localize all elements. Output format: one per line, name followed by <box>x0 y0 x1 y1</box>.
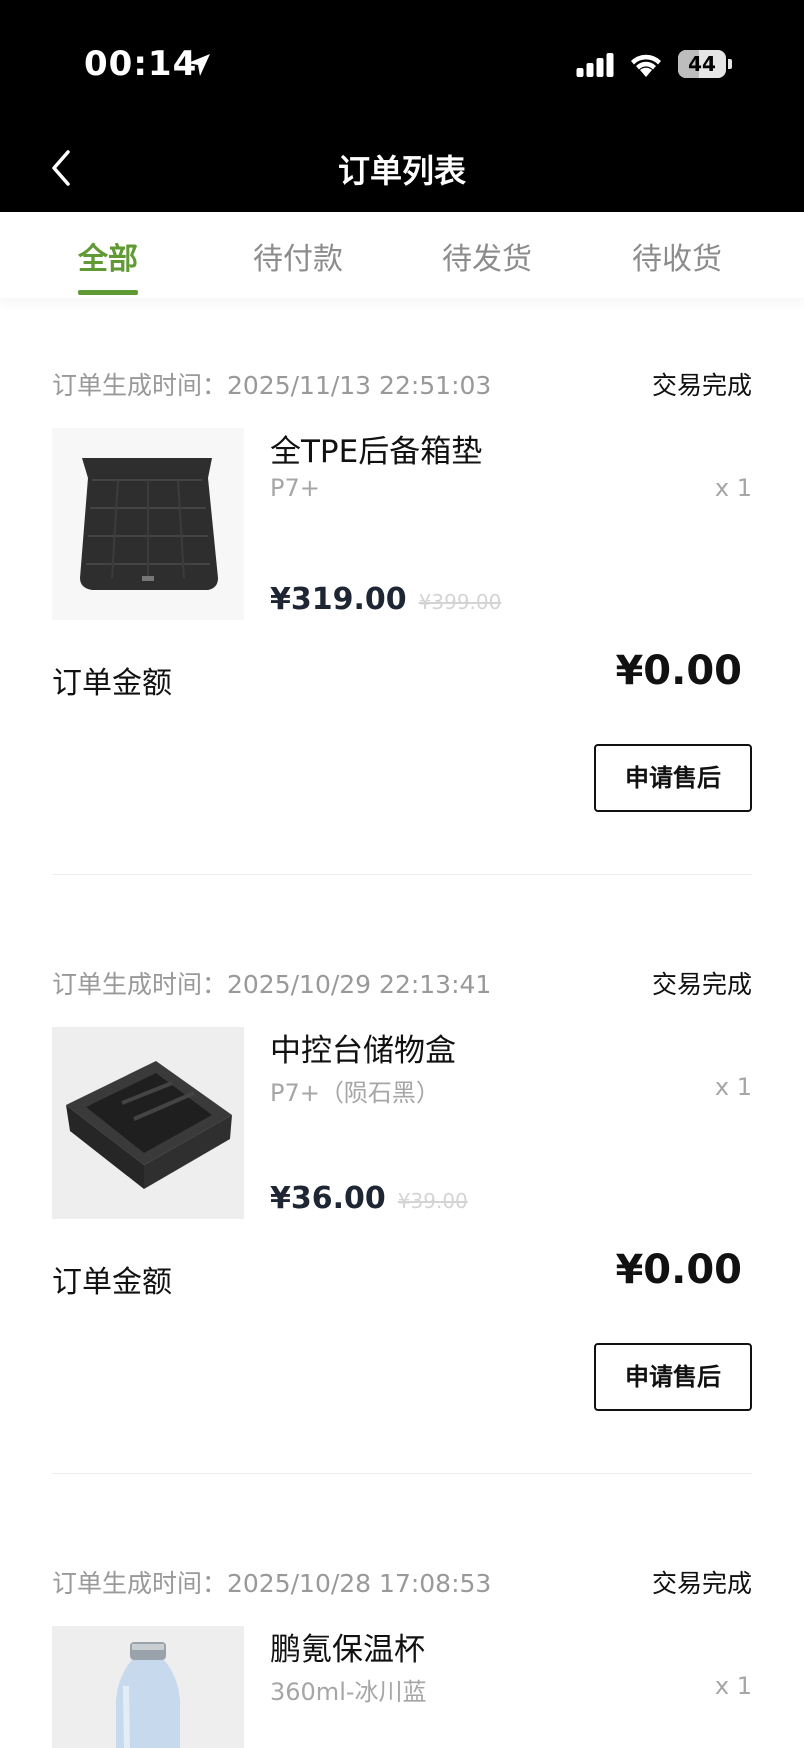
wifi-icon <box>631 54 661 77</box>
order-tabs: 全部 待付款 待发货 待收货 <box>0 212 804 298</box>
original-price: ¥399.00 <box>418 590 502 614</box>
original-price: ¥39.00 <box>397 1189 468 1213</box>
order-status: 交易完成 <box>651 1569 752 1598</box>
product-price: ¥36.00 <box>270 1181 386 1216</box>
product-quantity: x 1 <box>714 474 752 502</box>
order-amount-label: 订单金额 <box>52 666 172 701</box>
order-time: 订单生成时间：2025/10/29 22:13:41 <box>52 970 492 999</box>
after-sales-button[interactable]: 申请售后 <box>594 744 752 812</box>
active-tab-indicator <box>78 290 138 295</box>
after-sales-button[interactable]: 申请售后 <box>594 1343 752 1411</box>
battery-cap <box>728 59 732 69</box>
product-quantity: x 1 <box>714 1672 752 1700</box>
product-name[interactable]: 全TPE后备箱垫 <box>270 426 482 471</box>
order-time: 订单生成时间：2025/10/28 17:08:53 <box>52 1569 492 1598</box>
trunk-mat-icon <box>80 458 218 590</box>
product-variant: P7+（陨石黑） <box>270 1079 440 1107</box>
order-divider <box>52 1473 752 1474</box>
storage-box-icon <box>66 1061 232 1189</box>
order-status: 交易完成 <box>651 970 752 999</box>
product-price: ¥319.00 <box>270 582 407 617</box>
order-amount-value: ¥0.00 <box>615 1247 742 1293</box>
battery-indicator: 44 <box>678 50 732 78</box>
status-time: 00:14 <box>84 44 198 84</box>
page-title: 订单列表 <box>337 152 466 190</box>
tab-pending-shipment[interactable]: 待发货 <box>427 234 547 278</box>
top-bar: 00:14 44 订单列表 <box>0 0 804 212</box>
product-quantity: x 1 <box>714 1073 752 1101</box>
bottle-icon <box>116 1642 180 1748</box>
tab-pending-receipt[interactable]: 待收货 <box>617 234 737 278</box>
location-arrow-icon <box>188 54 210 76</box>
product-variant: 360ml-冰川蓝 <box>270 1678 427 1706</box>
order-amount-value: ¥0.00 <box>615 648 742 694</box>
price-row: ¥319.00 ¥399.00 <box>270 582 501 617</box>
product-image-trunk-mat[interactable] <box>52 428 244 620</box>
product-name[interactable]: 鹏氪保温杯 <box>270 1624 425 1669</box>
order-divider <box>52 874 752 875</box>
product-image-console-box[interactable] <box>52 1027 244 1219</box>
price-row: ¥36.00 ¥39.00 <box>270 1181 468 1216</box>
product-variant: P7+ <box>270 474 320 502</box>
tab-pending-payment[interactable]: 待付款 <box>238 234 358 278</box>
order-time: 订单生成时间：2025/11/13 22:51:03 <box>52 371 492 400</box>
product-image-bottle[interactable] <box>52 1626 244 1748</box>
order-status: 交易完成 <box>651 371 752 400</box>
battery-level: 44 <box>688 52 716 76</box>
tab-all[interactable]: 全部 <box>48 234 168 278</box>
order-amount-label: 订单金额 <box>52 1265 172 1300</box>
product-name[interactable]: 中控台储物盒 <box>270 1025 456 1070</box>
cellular-signal-icon <box>576 53 614 77</box>
